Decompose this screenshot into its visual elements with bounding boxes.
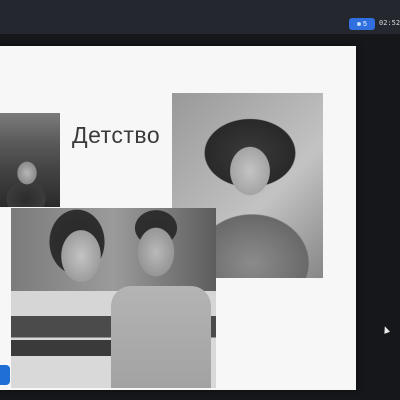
photo-couple-sweater (11, 340, 111, 356)
slide-title: Детство (72, 122, 161, 148)
top-bar: 5 02:52 (0, 0, 400, 34)
status-dot-icon (357, 22, 362, 26)
clock-label: 02:52 (379, 19, 400, 27)
photo-couple (11, 208, 216, 388)
side-panel-handle[interactable] (0, 365, 10, 385)
photo-couple-shirt (111, 286, 211, 388)
badge-count: 5 (363, 20, 367, 28)
photo-boy (0, 113, 60, 207)
participants-badge[interactable]: 5 (349, 18, 375, 30)
